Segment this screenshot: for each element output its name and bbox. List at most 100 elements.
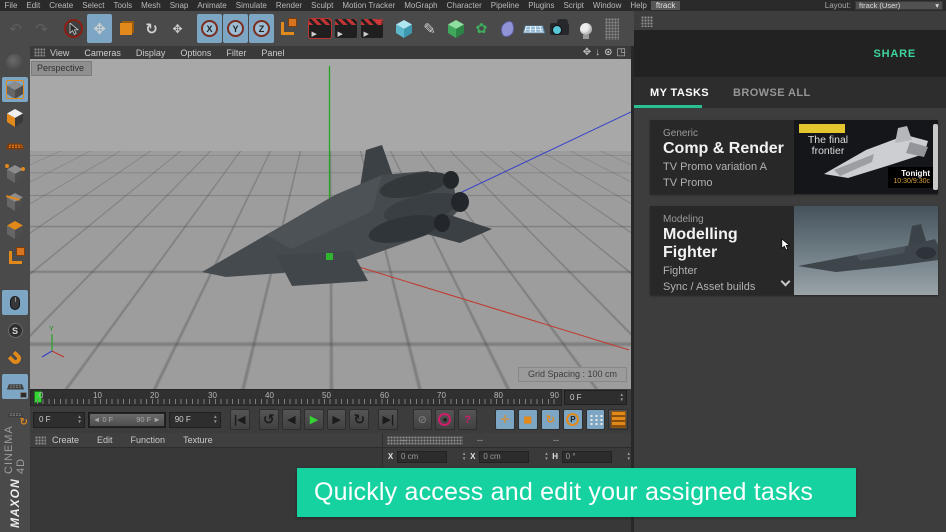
vp-menu-panel[interactable]: Panel <box>261 48 293 58</box>
task-card[interactable]: Modeling Modelling Fighter Fighter Sync … <box>650 206 938 295</box>
menu-render[interactable]: Render <box>271 1 306 10</box>
menu-pipeline[interactable]: Pipeline <box>486 1 523 10</box>
end-frame-field[interactable]: 90 F ▲ ▼ <box>168 411 221 428</box>
key-position-button[interactable]: ✛ <box>495 409 515 430</box>
redo-icon[interactable]: ↷ <box>29 14 54 43</box>
edges-mode-icon[interactable] <box>2 189 28 214</box>
menu-help[interactable]: Help <box>626 1 651 10</box>
make-editable-icon[interactable] <box>2 77 28 102</box>
viewport-toggle-icon[interactable]: ◳ <box>617 47 626 58</box>
coord-h-field[interactable]: 0 ° <box>561 450 612 463</box>
render-view-icon[interactable] <box>307 14 332 43</box>
ds-menu-edit[interactable]: Edit <box>97 435 113 445</box>
viewport-navigation-icon[interactable] <box>2 290 28 315</box>
menu-sculpt[interactable]: Sculpt <box>307 1 338 10</box>
stepper-icon[interactable]: ▲ ▼ <box>77 414 81 424</box>
coord-grip[interactable] <box>387 436 463 445</box>
add-cube-icon[interactable] <box>391 14 416 43</box>
key-pla-button[interactable] <box>585 409 606 430</box>
stepper-icon[interactable]: ▲ ▼ <box>544 451 548 461</box>
key-scale-button[interactable]: ◼ <box>517 409 538 430</box>
model-mode-icon[interactable] <box>2 105 28 130</box>
menu-edit[interactable]: Edit <box>22 1 45 10</box>
mograph-array-icon[interactable]: ✿ <box>469 14 494 43</box>
keyframe-disabled-button[interactable]: ⊘ <box>412 409 433 430</box>
ds-menu-texture[interactable]: Texture <box>183 435 213 445</box>
coord-x-field[interactable]: 0 cm <box>397 450 447 463</box>
menu-plugins[interactable]: Plugins <box>524 1 559 10</box>
frame-number-field[interactable]: 0 F ▲ ▼ <box>564 390 627 405</box>
points-mode-icon[interactable] <box>2 161 28 186</box>
loop-forward-button[interactable]: ↻ <box>349 409 370 430</box>
toolbar-grip[interactable] <box>605 17 619 40</box>
light-icon[interactable] <box>573 14 598 43</box>
ds-menu-create[interactable]: Create <box>52 435 79 445</box>
viewport-zoom-icon[interactable]: ↓ <box>595 47 600 58</box>
menu-mograph[interactable]: MoGraph <box>400 1 442 10</box>
loop-back-button[interactable]: ↺ <box>258 409 279 430</box>
subdivision-surface-icon[interactable] <box>443 14 468 43</box>
autokey-help-button[interactable]: ? <box>457 409 478 430</box>
timeline-ruler[interactable]: 0 10 20 30 40 50 60 70 80 90 <box>30 389 562 406</box>
viewport-rotate-icon[interactable]: ⊙ <box>604 47 612 58</box>
floor-environment-icon[interactable] <box>521 14 546 43</box>
share-button[interactable]: SHARE <box>873 48 916 60</box>
menu-motion-tracker[interactable]: Motion Tracker <box>338 1 400 10</box>
previous-frame-button[interactable]: ◀ <box>281 409 302 430</box>
timeline-filmstrip-button[interactable] <box>608 409 629 430</box>
workplane-icon[interactable] <box>2 133 28 158</box>
play-button[interactable]: ▶ <box>304 409 324 430</box>
x-axis-lock-icon[interactable]: X <box>197 14 222 43</box>
vp-menu-options[interactable]: Options <box>180 48 220 58</box>
vp-menu-cameras[interactable]: Cameras <box>84 48 130 58</box>
coordinate-system-icon[interactable] <box>275 14 300 43</box>
y-axis-lock-icon[interactable]: Y <box>223 14 248 43</box>
ds-menu-function[interactable]: Function <box>131 435 166 445</box>
render-picture-viewer-icon[interactable] <box>333 14 358 43</box>
scale-tool-icon[interactable] <box>113 14 138 43</box>
ftrack-panel-grip[interactable] <box>641 16 653 27</box>
render-settings-icon[interactable]: ✱ <box>359 14 384 43</box>
last-tool-icon[interactable]: ✥ <box>165 14 190 43</box>
stepper-icon[interactable]: ▲ ▼ <box>462 451 466 461</box>
preview-range-slider[interactable]: ◄ 0 F 90 F ► <box>87 411 166 428</box>
vp-menu-filter[interactable]: Filter <box>226 48 255 58</box>
undo-icon[interactable]: ↶ <box>3 14 28 43</box>
stepper-icon[interactable]: ▲ ▼ <box>620 392 624 402</box>
next-frame-button[interactable]: ▶ <box>326 409 347 430</box>
stepper-icon[interactable]: ▲ ▼ <box>213 414 217 424</box>
viewport-canvas[interactable]: Y Perspective Grid Spacing : 100 cm <box>30 59 631 389</box>
spline-pen-icon[interactable]: ✎ <box>417 14 442 43</box>
menu-select[interactable]: Select <box>78 1 109 10</box>
key-rotation-button[interactable]: ↻ <box>540 409 561 430</box>
menu-script[interactable]: Script <box>559 1 588 10</box>
dopesheet-grip[interactable] <box>35 436 46 445</box>
menu-simulate[interactable]: Simulate <box>231 1 271 10</box>
magnet-snap-icon[interactable] <box>2 346 28 371</box>
viewport-grip[interactable] <box>34 48 45 57</box>
enable-axis-icon[interactable] <box>2 245 28 270</box>
goto-end-button[interactable]: ▶| <box>378 409 399 430</box>
task-card[interactable]: Generic Comp & Render TV Promo variation… <box>650 120 938 194</box>
key-parameter-button[interactable]: P <box>563 409 583 430</box>
panel-scrollbar[interactable] <box>933 124 938 190</box>
menu-create[interactable]: Create <box>45 1 78 10</box>
menu-window[interactable]: Window <box>588 1 625 10</box>
menu-snap[interactable]: Snap <box>165 1 193 10</box>
camera-icon[interactable] <box>547 14 572 43</box>
viewport-pan-icon[interactable]: ✥ <box>583 47 591 58</box>
menu-animate[interactable]: Animate <box>193 1 231 10</box>
record-button[interactable]: ● <box>435 409 455 430</box>
z-axis-lock-icon[interactable]: Z <box>249 14 274 43</box>
vp-menu-view[interactable]: View <box>50 48 78 58</box>
menu-tools[interactable]: Tools <box>109 1 137 10</box>
history-icon[interactable] <box>2 49 28 74</box>
tab-browse-all[interactable]: BROWSE ALL <box>733 87 811 99</box>
coord-x2-field[interactable]: 0 cm <box>479 450 530 463</box>
menu-ftrack[interactable]: ftrack <box>651 1 680 10</box>
deformer-icon[interactable] <box>495 14 520 43</box>
menu-file[interactable]: File <box>0 1 22 10</box>
move-tool-icon[interactable]: ✥ <box>87 14 112 43</box>
current-frame-field[interactable]: 0 F ▲ ▼ <box>33 411 85 428</box>
layout-select[interactable]: ftrack (User) ▾ <box>855 1 943 10</box>
